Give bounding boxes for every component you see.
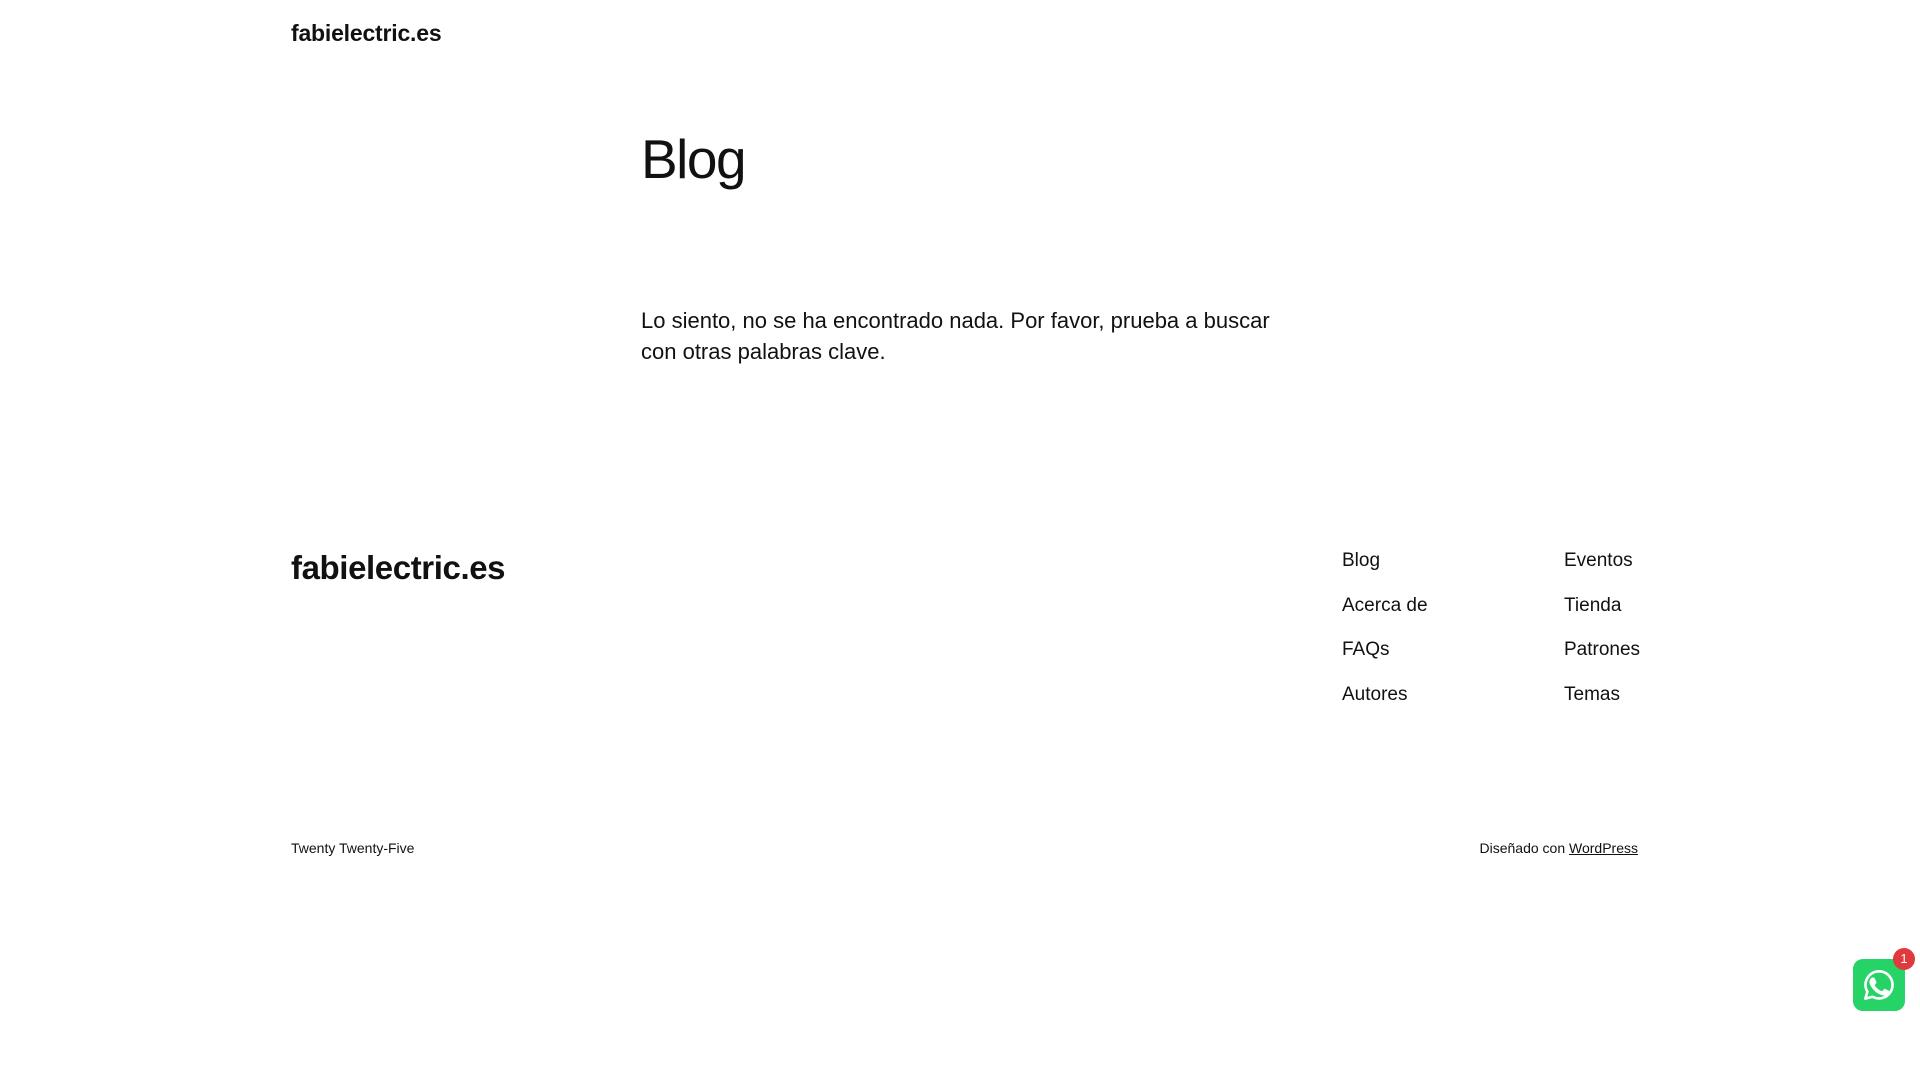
footer-link-acerca-de[interactable]: Acerca de — [1342, 594, 1428, 618]
designed-with-text: Diseñado con — [1479, 840, 1566, 856]
notification-badge: 1 — [1893, 948, 1915, 970]
footer-link-patrones[interactable]: Patrones — [1564, 638, 1640, 662]
footer-nav-column-2: Eventos Tienda Patrones Temas — [1564, 549, 1640, 727]
page-title: Blog — [641, 128, 747, 190]
theme-credit: Twenty Twenty-Five — [291, 840, 415, 856]
footer-link-faqs[interactable]: FAQs — [1342, 638, 1428, 662]
footer-link-eventos[interactable]: Eventos — [1564, 549, 1640, 573]
footer-link-blog[interactable]: Blog — [1342, 549, 1428, 573]
footer-site-title-link[interactable]: fabielectric.es — [291, 549, 506, 587]
footer-nav-column-1: Blog Acerca de FAQs Autores — [1342, 549, 1428, 727]
no-results-message: Lo siento, no se ha encontrado nada. Por… — [641, 308, 1270, 364]
footer-link-temas[interactable]: Temas — [1564, 683, 1640, 707]
footer-link-tienda[interactable]: Tienda — [1564, 594, 1640, 618]
page: fabielectric.es Blog Lo siento, no se ha… — [0, 0, 1920, 1080]
whatsapp-icon — [1864, 970, 1894, 1000]
footer-link-autores[interactable]: Autores — [1342, 683, 1428, 707]
header-site-title-link[interactable]: fabielectric.es — [291, 20, 442, 47]
wordpress-credit: Diseñado con WordPress — [1480, 840, 1639, 856]
wordpress-link[interactable]: WordPress — [1569, 840, 1638, 856]
